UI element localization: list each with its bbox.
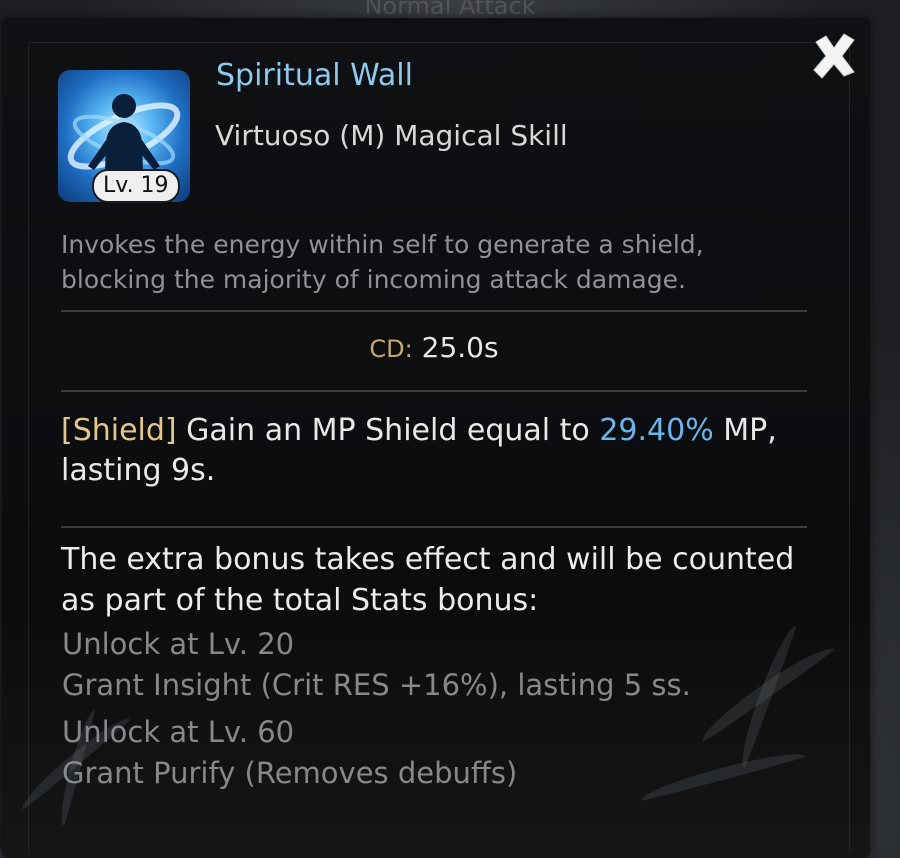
bonus-unlock-level: Unlock at Lv. 20 bbox=[62, 627, 295, 661]
bonus-intro: The extra bonus takes effect and will be… bbox=[61, 542, 795, 618]
divider bbox=[61, 526, 807, 528]
divider bbox=[61, 310, 807, 312]
skill-name: Spiritual Wall bbox=[216, 58, 413, 93]
background-window-title: Normal Attack bbox=[364, 0, 536, 20]
effect-text-before: Gain an MP Shield equal to bbox=[176, 413, 600, 448]
cooldown-value: 25.0s bbox=[421, 331, 499, 364]
bonus-effect: Grant Insight (Crit RES +16%), lasting 5… bbox=[62, 668, 691, 702]
skill-description: Invokes the energy within self to genera… bbox=[61, 230, 704, 294]
skill-level: Lv. 19 bbox=[103, 173, 169, 198]
cooldown-label: CD: bbox=[369, 335, 413, 363]
close-button[interactable] bbox=[808, 30, 860, 82]
skill-level-badge: Lv. 19 bbox=[92, 169, 180, 203]
skill-type: Virtuoso (M) Magical Skill bbox=[215, 119, 568, 152]
close-icon bbox=[813, 33, 855, 79]
bonus-effect: Grant Purify (Removes debuffs) bbox=[62, 756, 518, 790]
cooldown-row: CD: 25.0s bbox=[0, 331, 868, 364]
skill-effect: [Shield] Gain an MP Shield equal to 29.4… bbox=[61, 411, 806, 491]
effect-tag: [Shield] bbox=[61, 413, 177, 448]
divider bbox=[61, 390, 807, 392]
effect-highlight-value: 29.40% bbox=[599, 413, 714, 448]
